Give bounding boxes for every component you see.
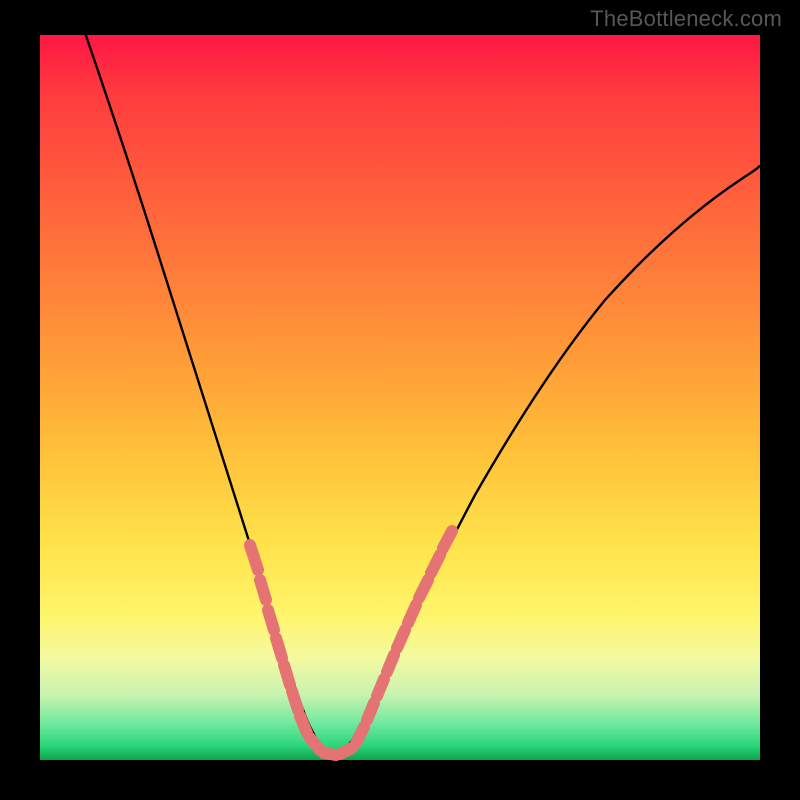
highlight-right (356, 531, 452, 743)
outer-black-frame: TheBottleneck.com (0, 0, 800, 800)
curve-path (65, 0, 760, 755)
plot-area (40, 35, 760, 760)
bottleneck-curve (40, 35, 760, 760)
attribution-text: TheBottleneck.com (590, 6, 782, 32)
highlight-valley (324, 748, 352, 755)
highlight-left (250, 545, 320, 750)
